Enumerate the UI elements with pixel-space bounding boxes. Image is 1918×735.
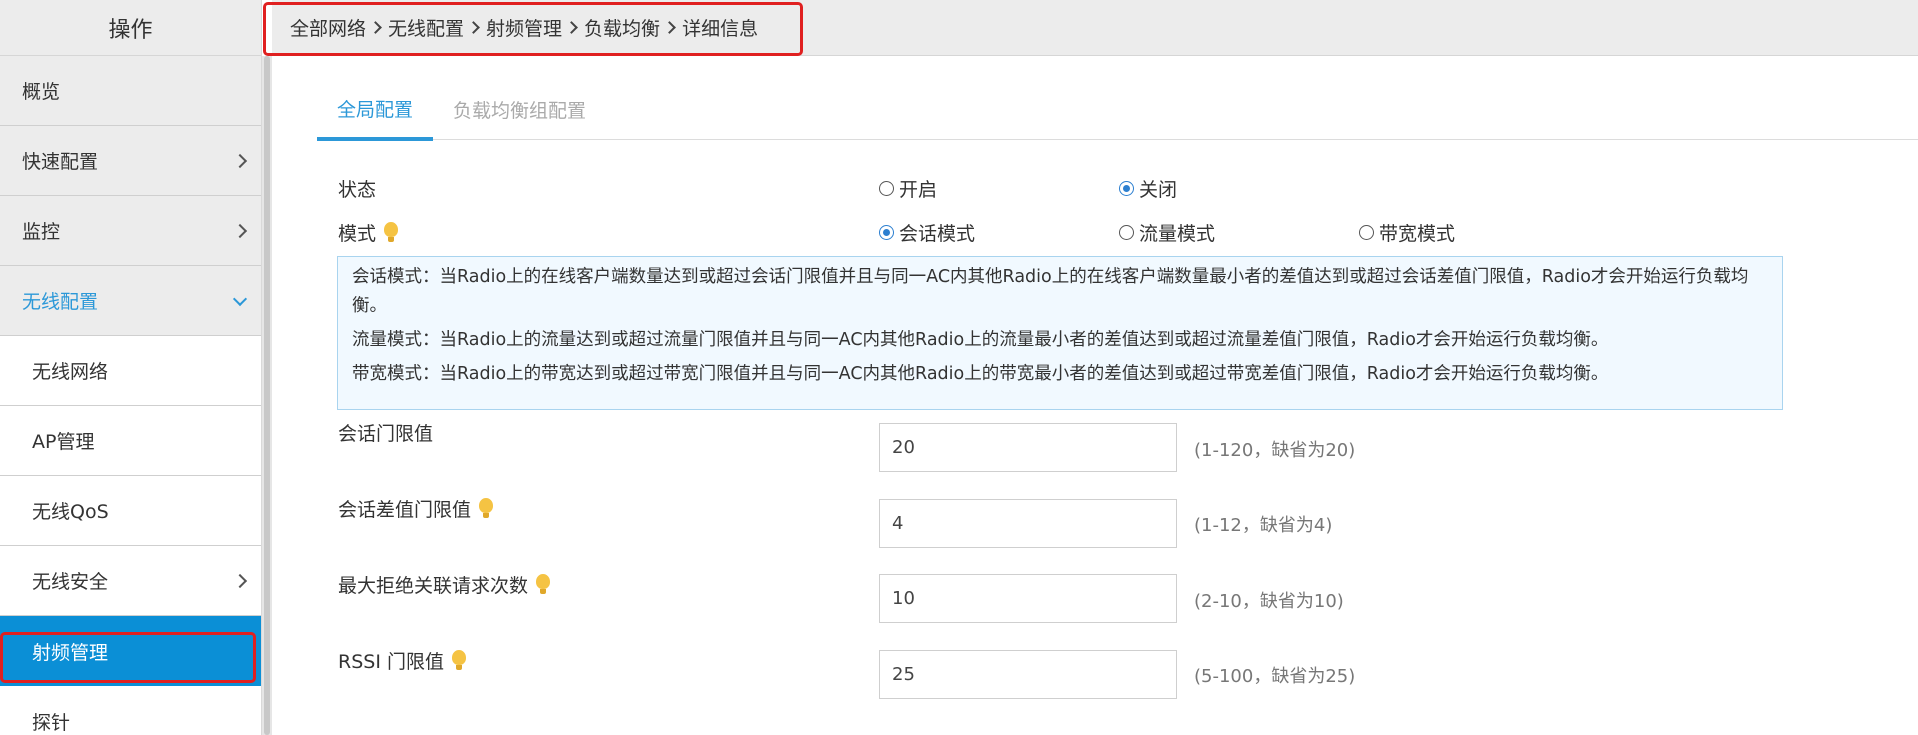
chevron-right-icon <box>663 21 676 34</box>
chevron-right-icon <box>232 573 248 588</box>
chevron-down-icon <box>232 291 248 306</box>
chevron-right-icon <box>232 153 248 168</box>
sidebar-item-label: 监控 <box>22 221 61 243</box>
sidebar-item-label: 射频管理 <box>32 641 109 664</box>
radio-label: 会话模式 <box>899 223 976 245</box>
sidebar-item-wireless-config[interactable]: 无线配置 <box>0 266 261 336</box>
sidebar-item-wireless-network[interactable]: 无线网络 <box>0 336 261 406</box>
breadcrumb-item[interactable]: 全部网络 <box>290 14 366 41</box>
status-on-radio[interactable]: 开启 <box>879 175 937 202</box>
radio-circle[interactable] <box>1119 225 1134 240</box>
main-content: 全局配置 负载均衡组配置 状态 开启 关闭 模式 会话模式 流量模式 带宽模式 … <box>272 56 1918 735</box>
field-label-text: 会话门限值 <box>338 423 434 445</box>
session-diff-threshold-label: 会话差值门限值 <box>338 495 494 522</box>
status-label-text: 状态 <box>338 179 377 201</box>
radio-label: 关闭 <box>1139 179 1178 201</box>
tab-bar: 全局配置 负载均衡组配置 <box>317 78 1918 141</box>
max-deny-requests-label: 最大拒绝关联请求次数 <box>338 571 551 598</box>
sidebar-item-label: 无线安全 <box>32 571 109 593</box>
chevron-right-icon <box>565 21 578 34</box>
chevron-right-icon <box>232 223 248 238</box>
radio-circle[interactable] <box>1119 181 1134 196</box>
tab-load-balance-group-config[interactable]: 负载均衡组配置 <box>433 78 606 140</box>
session-diff-threshold-input[interactable] <box>879 499 1177 548</box>
radio-label: 流量模式 <box>1139 223 1216 245</box>
field-label-text: 最大拒绝关联请求次数 <box>338 575 529 597</box>
max-deny-requests-input[interactable] <box>879 574 1177 623</box>
sidebar-item-label: 无线配置 <box>22 291 99 313</box>
radio-label: 带宽模式 <box>1379 223 1456 245</box>
lightbulb-icon[interactable] <box>536 573 551 596</box>
rssi-threshold-label: RSSI 门限值 <box>338 647 466 674</box>
sidebar-title: 操作 <box>0 0 261 56</box>
sidebar-item-probe[interactable]: 探针 <box>0 686 261 735</box>
mode-session-radio[interactable]: 会话模式 <box>879 219 975 246</box>
chevron-right-icon <box>369 21 382 34</box>
session-mode-description: 会话模式：当Radio上的在线客户端数量达到或超过会话门限值并且与同一AC内其他… <box>352 267 1749 316</box>
session-threshold-hint: (1-120，缺省为20) <box>1194 440 1356 461</box>
sidebar-item-label: AP管理 <box>32 431 95 453</box>
sidebar-item-label: 探针 <box>32 711 71 734</box>
status-label: 状态 <box>338 175 376 202</box>
session-diff-threshold-hint: (1-12，缺省为4) <box>1194 515 1333 536</box>
radio-circle[interactable] <box>1359 225 1374 240</box>
radio-circle[interactable] <box>879 225 894 240</box>
breadcrumb: 全部网络 无线配置 射频管理 负载均衡 详细信息 <box>272 0 1918 56</box>
sidebar-item-overview[interactable]: 概览 <box>0 56 261 126</box>
sidebar-item-wireless-qos[interactable]: 无线QoS <box>0 476 261 546</box>
breadcrumb-item[interactable]: 负载均衡 <box>584 14 660 41</box>
mode-label-text: 模式 <box>338 223 377 245</box>
traffic-mode-description: 流量模式：当Radio上的流量达到或超过流量门限值并且与同一AC内其他Radio… <box>352 330 1609 350</box>
sidebar-scrollbar[interactable] <box>262 56 272 735</box>
status-off-radio[interactable]: 关闭 <box>1119 175 1177 202</box>
max-deny-requests-hint: (2-10，缺省为10) <box>1194 591 1344 612</box>
radio-label: 开启 <box>899 179 938 201</box>
breadcrumb-item-current: 详细信息 <box>682 18 759 40</box>
tab-global-config[interactable]: 全局配置 <box>317 78 434 141</box>
mode-traffic-radio[interactable]: 流量模式 <box>1119 219 1215 246</box>
sidebar: 操作 概览 快速配置 监控 无线配置 无线网络 AP管理 无线QoS 无线安全 … <box>0 0 262 735</box>
sidebar-item-quick-config[interactable]: 快速配置 <box>0 126 261 196</box>
bandwidth-mode-description: 带宽模式：当Radio上的带宽达到或超过带宽门限值并且与同一AC内其他Radio… <box>352 364 1609 384</box>
field-label-text: RSSI 门限值 <box>338 651 444 673</box>
session-threshold-label: 会话门限值 <box>338 419 433 446</box>
sidebar-item-wireless-security[interactable]: 无线安全 <box>0 546 261 616</box>
session-threshold-input[interactable] <box>879 423 1177 472</box>
sidebar-item-label: 无线QoS <box>32 501 109 523</box>
sidebar-item-label: 快速配置 <box>22 151 99 173</box>
lightbulb-icon[interactable] <box>384 221 399 244</box>
rssi-threshold-input[interactable] <box>879 650 1177 699</box>
radio-circle[interactable] <box>879 181 894 196</box>
sidebar-item-radio-management[interactable]: 射频管理 <box>0 616 261 686</box>
mode-label: 模式 <box>338 219 399 246</box>
scrollbar-thumb[interactable] <box>264 56 270 735</box>
field-label-text: 会话差值门限值 <box>338 499 472 521</box>
breadcrumb-item[interactable]: 射频管理 <box>486 14 562 41</box>
sidebar-item-label: 概览 <box>22 81 61 103</box>
lightbulb-icon[interactable] <box>451 649 466 672</box>
mode-bandwidth-radio[interactable]: 带宽模式 <box>1359 219 1455 246</box>
mode-description-box: 会话模式：当Radio上的在线客户端数量达到或超过会话门限值并且与同一AC内其他… <box>337 256 1783 410</box>
sidebar-item-label: 无线网络 <box>32 361 109 383</box>
sidebar-item-monitor[interactable]: 监控 <box>0 196 261 266</box>
sidebar-item-ap-management[interactable]: AP管理 <box>0 406 261 476</box>
rssi-threshold-hint: (5-100，缺省为25) <box>1194 666 1356 687</box>
breadcrumb-item[interactable]: 无线配置 <box>388 14 464 41</box>
chevron-right-icon <box>467 21 480 34</box>
lightbulb-icon[interactable] <box>479 497 494 520</box>
